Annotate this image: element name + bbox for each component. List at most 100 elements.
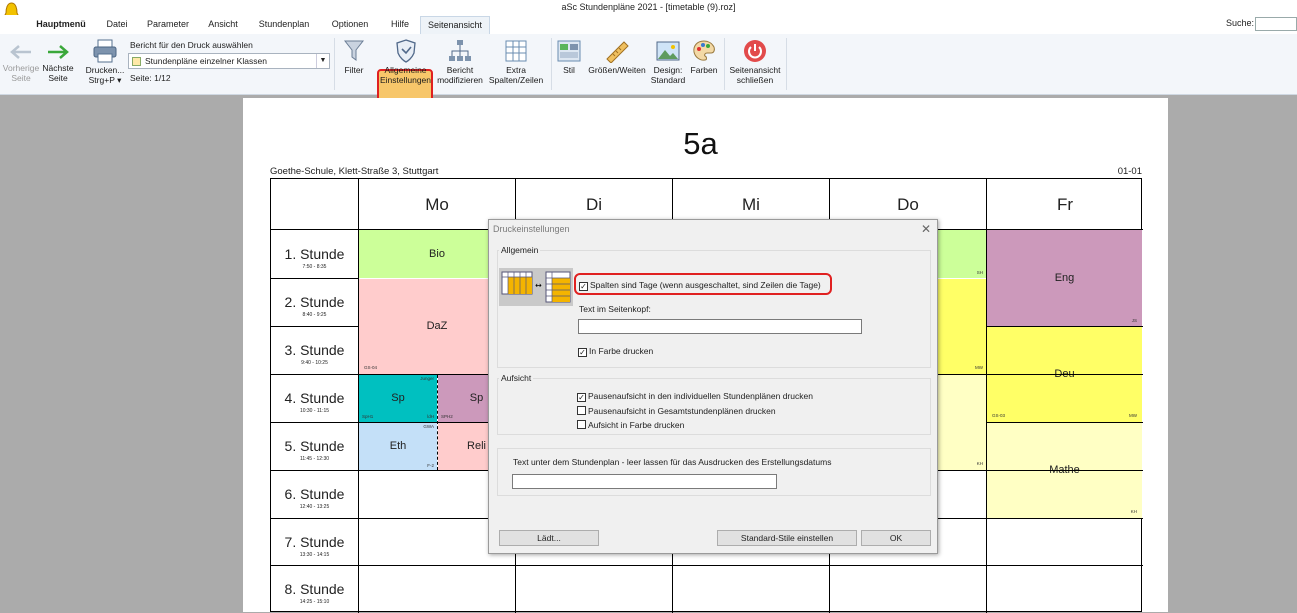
ribbon-toolbar: Vorherige Seite Nächste Seite Drucken...… (0, 34, 1297, 120)
checkbox-box (577, 406, 586, 415)
period-name: 6. Stunde (284, 486, 345, 502)
general-settings-button[interactable]: Allgemeine Einstellungen (378, 39, 433, 85)
room-label: SpH1 (362, 414, 374, 419)
report-select[interactable]: Stundenpläne einzelner Klassen ▼ (128, 53, 330, 69)
extra-columns-button[interactable]: Extra Spalten/Zeilen (487, 39, 545, 85)
grid-line (987, 422, 1143, 423)
period-name: 5. Stunde (284, 438, 345, 454)
break-supervision-individual-checkbox[interactable]: ✓ Pausenaufsicht in den individuellen Stu… (577, 391, 813, 402)
period-time: 11:45 - 12:30 (299, 456, 330, 462)
checkbox-label: Pausenaufsicht in Gesamtstundenplänen dr… (588, 406, 776, 416)
colors-button[interactable]: Farben (688, 39, 720, 75)
teacher-label: KH (976, 461, 983, 466)
ribbon-divider (724, 38, 725, 90)
period-name: 3. Stunde (284, 342, 345, 358)
design-value: Standard (650, 75, 686, 85)
filter-button[interactable]: Filter (338, 39, 370, 75)
tab-seitenansicht[interactable]: Seitenansicht (420, 16, 490, 34)
grid-line (987, 326, 1143, 327)
tab-stundenplan[interactable]: Stundenplan (250, 16, 318, 34)
printer-icon (93, 39, 117, 63)
lesson-cell[interactable]: Eth GWA F-2 (359, 423, 437, 470)
palette-icon (693, 40, 715, 61)
period-time: 13:30 - 14:15 (299, 552, 330, 558)
day-header-fr: Fr (1056, 195, 1074, 214)
color-print-checkbox[interactable]: ✓ In Farbe drucken (578, 346, 653, 357)
columns-days-highlight (574, 273, 832, 295)
lesson-sp: Sp (391, 392, 405, 404)
general-group-label: Allgemein (499, 245, 541, 255)
sizes-widths-button[interactable]: Größen/Weiten (586, 39, 648, 75)
page-code: 01-01 (1117, 166, 1142, 177)
shield-settings-icon (395, 39, 416, 63)
tab-datei[interactable]: Datei (99, 16, 135, 34)
period-row-header: 5. Stunde 11:45 - 12:30 (271, 422, 358, 470)
svg-text:↔: ↔ (535, 281, 542, 290)
lesson-reli: Reli (467, 440, 486, 452)
break-supervision-total-checkbox[interactable]: Pausenaufsicht in Gesamtstundenplänen dr… (577, 406, 776, 416)
room-label: F-2 (427, 463, 434, 468)
period-row-header: 7. Stunde 13:30 - 14:15 (271, 518, 358, 566)
tab-hauptmenue[interactable]: Hauptmenü (30, 16, 92, 34)
period-time: 9:40 - 10:25 (301, 360, 328, 366)
extra-columns-label-2: Spalten/Zeilen (488, 75, 544, 85)
lesson-eng: Eng (1054, 272, 1075, 284)
checkbox-box: ✓ (578, 348, 587, 357)
period-time: 12:40 - 13:25 (299, 504, 330, 510)
print-label: Drucken... (85, 65, 125, 75)
room-label: SPH2 (441, 414, 453, 419)
tab-optionen[interactable]: Optionen (323, 16, 377, 34)
period-name: 4. Stunde (284, 390, 345, 406)
supervision-color-checkbox[interactable]: Aufsicht in Farbe drucken (577, 420, 684, 430)
tab-ansicht[interactable]: Ansicht (201, 16, 245, 34)
footer-text-input[interactable] (512, 474, 777, 489)
period-name: 8. Stunde (284, 581, 345, 597)
design-button[interactable]: Design: Standard (649, 39, 687, 85)
style-button[interactable]: Stil (555, 39, 583, 75)
teacher-label: MW (1129, 413, 1137, 418)
room-label: GS-03 (992, 413, 1006, 418)
grid-line (358, 179, 359, 613)
period-name: 2. Stunde (284, 294, 345, 310)
period-row-header: 4. Stunde 10:30 - 11:15 (271, 374, 358, 422)
print-button[interactable]: Drucken... Strg+P ▾ (84, 39, 126, 85)
print-settings-dialog: Druckeinstellungen ✕ Allgemein ↔ ✓ Spalte… (488, 219, 938, 554)
search-label: Suche: (1226, 18, 1255, 28)
load-button[interactable]: Lädt... (499, 530, 599, 546)
school-address: Goethe-Schule, Klett-Straße 3, Stuttgart (270, 166, 439, 177)
lesson-cell[interactable]: Eng JS (987, 230, 1142, 326)
lesson-cell[interactable]: Sp SpH1 ldH Junger (359, 375, 437, 422)
checkbox-label: Aufsicht in Farbe drucken (588, 420, 685, 430)
style-layout-icon (557, 40, 581, 62)
teacher-label: KH (1130, 509, 1137, 514)
colors-label: Farben (690, 65, 718, 75)
checkbox-label: In Farbe drucken (589, 346, 654, 356)
ok-button[interactable]: OK (861, 530, 931, 546)
period-time: 7:50 - 8:35 (302, 264, 327, 270)
hierarchy-icon (449, 40, 471, 61)
chevron-down-icon: ▼ (316, 54, 329, 68)
previous-page-button[interactable]: Vorherige Seite (2, 43, 40, 83)
filter-label: Filter (344, 65, 364, 75)
title-bar: aSc Stundenpläne 2021 - [timetable (9).r… (0, 0, 1297, 21)
ribbon-divider (334, 38, 335, 90)
report-select-label: Bericht für den Druck auswählen (130, 40, 253, 50)
supervision-group-label: Aufsicht (499, 373, 534, 383)
next-page-button[interactable]: Nächste Seite (40, 43, 76, 83)
search-input[interactable] (1255, 17, 1297, 31)
period-time: 8:40 - 9:25 (302, 312, 327, 318)
footer-text-label: Text unter dem Stundenplan - leer lassen… (513, 457, 832, 467)
header-text-input[interactable] (578, 319, 862, 334)
default-styles-button[interactable]: Standard-Stile einstellen (717, 530, 857, 546)
period-time: 10:30 - 11:15 (299, 408, 330, 414)
dialog-title: Druckeinstellungen (493, 224, 570, 234)
extra-columns-label: Extra (506, 65, 526, 75)
tab-parameter[interactable]: Parameter (140, 16, 196, 34)
tab-hilfe[interactable]: Hilfe (383, 16, 417, 34)
next-page-label: Nächste (42, 63, 74, 73)
power-icon (744, 40, 766, 62)
modify-report-label: Bericht (446, 65, 474, 75)
close-preview-button[interactable]: Seitenansicht schließen (727, 39, 783, 85)
modify-report-button[interactable]: Bericht modifizieren (434, 39, 486, 85)
close-icon[interactable]: ✕ (921, 222, 931, 236)
